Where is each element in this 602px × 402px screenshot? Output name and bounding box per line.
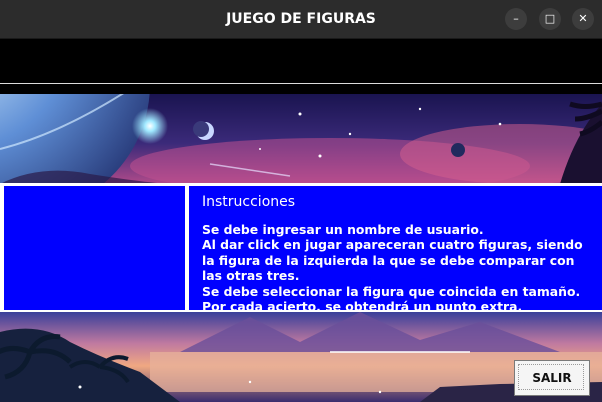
instructions-text: Se debe ingresar un nombre de usuario. A… <box>202 222 583 310</box>
top-black-bar <box>0 39 602 83</box>
exit-button-focus-ring <box>518 364 584 390</box>
maximize-button[interactable]: □ <box>539 8 561 30</box>
app-window: JUEGO DE FIGURAS – □ ✕ Instrucciones Se … <box>0 0 602 402</box>
instruction-line: la figura de la izquierda la que se debe… <box>202 252 575 268</box>
instruction-line: las otras tres. <box>202 268 300 284</box>
top-gap <box>0 84 602 94</box>
instructions-heading: Instrucciones <box>202 194 296 210</box>
instruction-line: Se debe seleccionar la figura que coinci… <box>202 283 581 299</box>
left-blue-panel <box>4 186 185 310</box>
instruction-line: Por cada acierto, se obtendrá un punto e… <box>202 299 523 310</box>
space-background-image <box>0 94 602 184</box>
landscape-background-image <box>0 312 602 402</box>
minimize-button[interactable]: – <box>505 8 527 30</box>
instructions-panel: Instrucciones Se debe ingresar un nombre… <box>189 186 602 310</box>
close-button[interactable]: ✕ <box>572 8 594 30</box>
instruction-line: Al dar click en jugar apareceran cuatro … <box>202 237 583 253</box>
title-bar[interactable]: JUEGO DE FIGURAS – □ ✕ <box>0 0 602 39</box>
instruction-line: Se debe ingresar un nombre de usuario. <box>202 222 484 237</box>
